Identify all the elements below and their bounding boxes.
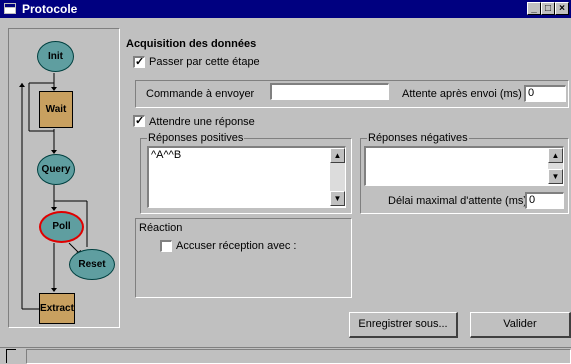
negative-scrollbar[interactable]: ▲ ▼ bbox=[548, 148, 563, 184]
await-response-label: Attendre une réponse bbox=[149, 116, 255, 128]
flow-node-wait[interactable]: Wait bbox=[39, 91, 73, 128]
scroll-down-arrow-icon[interactable]: ▼ bbox=[330, 191, 345, 206]
wait-after-send-label: Attente après envoi (ms) bbox=[402, 88, 522, 100]
command-input[interactable] bbox=[270, 83, 389, 100]
await-response-checkbox[interactable]: ✓ bbox=[133, 115, 145, 127]
max-delay-label: Délai maximal d'attente (ms) bbox=[388, 195, 528, 207]
scroll-up-arrow-icon[interactable]: ▲ bbox=[548, 148, 563, 163]
acknowledge-checkbox[interactable] bbox=[160, 240, 172, 252]
scroll-up-arrow-icon[interactable]: ▲ bbox=[330, 148, 345, 163]
status-corner bbox=[6, 349, 16, 363]
validate-button[interactable]: Valider bbox=[470, 312, 571, 338]
command-label: Commande à envoyer bbox=[146, 88, 255, 100]
max-delay-input[interactable]: 0 bbox=[525, 192, 564, 209]
flow-node-query[interactable]: Query bbox=[37, 154, 75, 185]
status-bar bbox=[26, 349, 571, 364]
maximize-button[interactable]: □ bbox=[541, 2, 555, 15]
negative-responses-textarea[interactable]: ▲ ▼ bbox=[364, 146, 564, 186]
flow-node-poll[interactable]: Poll bbox=[39, 211, 84, 243]
minimize-button[interactable]: _ bbox=[527, 2, 541, 15]
positive-responses-textarea[interactable]: ^A^^B ▲ ▼ bbox=[147, 146, 346, 208]
max-delay-value: 0 bbox=[529, 194, 536, 206]
app-icon[interactable] bbox=[4, 3, 16, 14]
skip-step-label: Passer par cette étape bbox=[149, 56, 260, 68]
negative-responses-title: Réponses négatives bbox=[367, 132, 469, 144]
positive-responses-value: ^A^^B bbox=[151, 149, 182, 161]
acknowledge-label: Accuser réception avec : bbox=[176, 240, 297, 252]
positive-responses-title: Réponses positives bbox=[147, 132, 245, 144]
positive-scrollbar[interactable]: ▲ ▼ bbox=[330, 148, 345, 206]
wait-after-send-value: 0 bbox=[528, 87, 535, 99]
wait-after-send-input[interactable]: 0 bbox=[524, 85, 566, 102]
flow-node-reset[interactable]: Reset bbox=[69, 249, 115, 280]
reaction-title: Réaction bbox=[139, 222, 183, 234]
close-button[interactable]: × bbox=[555, 2, 569, 15]
title-bar[interactable]: Protocole _ □ × bbox=[0, 0, 571, 18]
skip-step-checkbox[interactable]: ✓ bbox=[133, 56, 145, 68]
flowchart-panel: Init Wait Query Poll Reset Extract bbox=[8, 28, 120, 328]
flow-node-init[interactable]: Init bbox=[37, 41, 74, 72]
flow-node-extract[interactable]: Extract bbox=[39, 293, 75, 324]
status-divider bbox=[0, 347, 571, 348]
save-as-button[interactable]: Enregistrer sous... bbox=[349, 312, 458, 338]
section-heading: Acquisition des données bbox=[126, 38, 257, 50]
window-title: Protocole bbox=[22, 2, 78, 16]
scroll-down-arrow-icon[interactable]: ▼ bbox=[548, 169, 563, 184]
